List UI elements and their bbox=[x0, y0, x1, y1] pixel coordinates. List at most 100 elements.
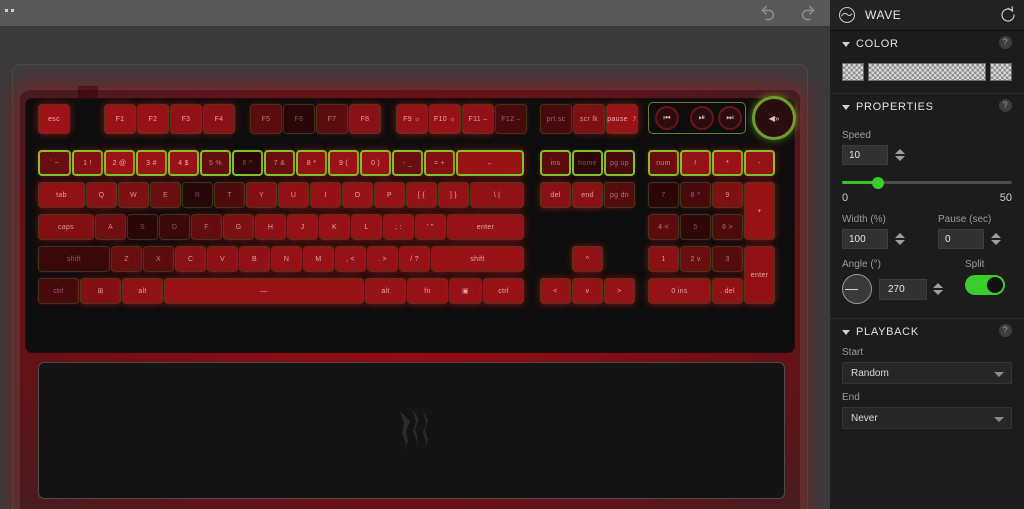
key-end[interactable]: end bbox=[572, 182, 603, 208]
key-del[interactable]: . del bbox=[712, 278, 743, 304]
key-[interactable]: = + bbox=[424, 150, 455, 176]
key-w[interactable]: W bbox=[118, 182, 149, 208]
key-pg-dn[interactable]: pg dn bbox=[604, 182, 635, 208]
reset-circular-arrow-icon[interactable] bbox=[999, 6, 1017, 24]
key-shift[interactable]: shift bbox=[38, 246, 110, 272]
chevron-down-icon[interactable] bbox=[842, 329, 850, 335]
width-input[interactable]: 100 bbox=[842, 229, 888, 249]
key-enter[interactable]: enter bbox=[447, 214, 524, 240]
key-[interactable]: - _ bbox=[392, 150, 423, 176]
key-[interactable]: \ | bbox=[470, 182, 524, 208]
chevron-down-icon[interactable] bbox=[994, 372, 1004, 377]
key-[interactable]: ; : bbox=[383, 214, 414, 240]
end-select[interactable]: Never bbox=[842, 407, 1012, 429]
key-l[interactable]: L bbox=[351, 214, 382, 240]
speed-slider[interactable] bbox=[842, 177, 1012, 189]
key-f10[interactable]: F10 ☼ bbox=[429, 104, 461, 134]
key-[interactable]: ← bbox=[456, 150, 524, 176]
key-[interactable]: - bbox=[744, 150, 775, 176]
key-f11[interactable]: F11 – bbox=[462, 104, 494, 134]
pause-input[interactable]: 0 bbox=[938, 229, 984, 249]
key-v[interactable]: v bbox=[572, 278, 603, 304]
key-8[interactable]: 8 * bbox=[296, 150, 327, 176]
key-q[interactable]: Q bbox=[86, 182, 117, 208]
key-2[interactable]: 2 @ bbox=[104, 150, 135, 176]
key-6[interactable]: 6 ^ bbox=[232, 150, 263, 176]
key-y[interactable]: Y bbox=[246, 182, 277, 208]
key-t[interactable]: T bbox=[214, 182, 245, 208]
key-[interactable]: / ? bbox=[399, 246, 430, 272]
playback-section-header[interactable]: PLAYBACK ? bbox=[842, 319, 1012, 345]
key-[interactable]: ^ bbox=[572, 246, 603, 272]
key-[interactable]: ' " bbox=[415, 214, 446, 240]
help-icon[interactable]: ? bbox=[999, 99, 1012, 112]
start-select[interactable]: Random bbox=[842, 362, 1012, 384]
angle-input[interactable]: 270 bbox=[879, 278, 927, 300]
key-3[interactable]: 3 bbox=[712, 246, 743, 272]
key-f8[interactable]: F8 bbox=[349, 104, 381, 134]
key-[interactable]: . > bbox=[367, 246, 398, 272]
angle-dial[interactable] bbox=[842, 274, 872, 304]
key-9[interactable]: 9 bbox=[712, 182, 743, 208]
key-k[interactable]: K bbox=[319, 214, 350, 240]
redo-arrow-icon[interactable] bbox=[798, 3, 820, 25]
pause-stepper[interactable] bbox=[991, 233, 1001, 245]
width-stepper[interactable] bbox=[895, 233, 905, 245]
key-n[interactable]: N bbox=[271, 246, 302, 272]
key-ctrl[interactable]: ctrl bbox=[38, 278, 79, 304]
key-o[interactable]: O bbox=[342, 182, 373, 208]
key-del[interactable]: del bbox=[540, 182, 571, 208]
key-f5[interactable]: F5 bbox=[250, 104, 282, 134]
key-3[interactable]: 3 # bbox=[136, 150, 167, 176]
keyboard-canvas[interactable]: esc F1 F2 F3 F4 F5 F6 F7 F8 F9 ☼ F10 ☼ F11 – F12 – pr… bbox=[0, 26, 830, 509]
key-f12[interactable]: F12 – bbox=[495, 104, 527, 134]
split-toggle[interactable] bbox=[965, 275, 1005, 295]
key-v[interactable]: V bbox=[207, 246, 238, 272]
key-esc[interactable]: esc bbox=[38, 104, 70, 134]
undo-arrow-icon[interactable] bbox=[756, 3, 778, 25]
key-p[interactable]: P bbox=[374, 182, 405, 208]
key-0-ins[interactable]: 0 ins bbox=[648, 278, 711, 304]
key-f7[interactable]: F7 bbox=[316, 104, 348, 134]
color-swatch-start[interactable] bbox=[842, 63, 864, 81]
key-caps[interactable]: caps bbox=[38, 214, 94, 240]
key-m[interactable]: M bbox=[303, 246, 334, 272]
key-[interactable]: + bbox=[744, 182, 775, 240]
key-5[interactable]: 5 bbox=[680, 214, 711, 240]
color-swatch-row[interactable] bbox=[842, 63, 1012, 81]
speed-input[interactable]: 10 bbox=[842, 145, 888, 165]
chevron-down-icon[interactable] bbox=[842, 104, 850, 110]
key-home[interactable]: home bbox=[572, 150, 603, 176]
key-shift[interactable]: shift bbox=[431, 246, 524, 272]
key-ctrl[interactable]: ctrl bbox=[483, 278, 524, 304]
key-f6[interactable]: F6 bbox=[283, 104, 315, 134]
key-[interactable]: [ { bbox=[406, 182, 437, 208]
key-j[interactable]: J bbox=[287, 214, 318, 240]
key-scr-lk[interactable]: scr lk bbox=[573, 104, 605, 134]
key-1[interactable]: 1 ! bbox=[72, 150, 103, 176]
key-1[interactable]: 1 bbox=[648, 246, 679, 272]
key-num[interactable]: num bbox=[648, 150, 679, 176]
chevron-down-icon[interactable] bbox=[842, 41, 850, 47]
key-tab[interactable]: tab bbox=[38, 182, 85, 208]
properties-section-header[interactable]: PROPERTIES ? bbox=[842, 94, 1012, 120]
key-c[interactable]: C bbox=[175, 246, 206, 272]
key-h[interactable]: H bbox=[255, 214, 286, 240]
help-icon[interactable]: ? bbox=[999, 324, 1012, 337]
key-ins[interactable]: ins bbox=[540, 150, 571, 176]
key-pause[interactable]: pause ☽ bbox=[606, 104, 638, 134]
key-4[interactable]: 4 < bbox=[648, 214, 679, 240]
key-6[interactable]: 6 > bbox=[712, 214, 743, 240]
key-s[interactable]: S bbox=[127, 214, 158, 240]
key-f2[interactable]: F2 bbox=[137, 104, 169, 134]
help-icon[interactable]: ? bbox=[999, 36, 1012, 49]
key-[interactable]: — bbox=[164, 278, 364, 304]
speed-stepper[interactable] bbox=[895, 149, 905, 161]
key-7[interactable]: 7 & bbox=[264, 150, 295, 176]
key-u[interactable]: U bbox=[278, 182, 309, 208]
key-8[interactable]: 8 ^ bbox=[680, 182, 711, 208]
key-alt[interactable]: alt bbox=[122, 278, 163, 304]
key-pg-up[interactable]: pg up bbox=[604, 150, 635, 176]
key-enter[interactable]: enter bbox=[744, 246, 775, 304]
key-f[interactable]: F bbox=[191, 214, 222, 240]
